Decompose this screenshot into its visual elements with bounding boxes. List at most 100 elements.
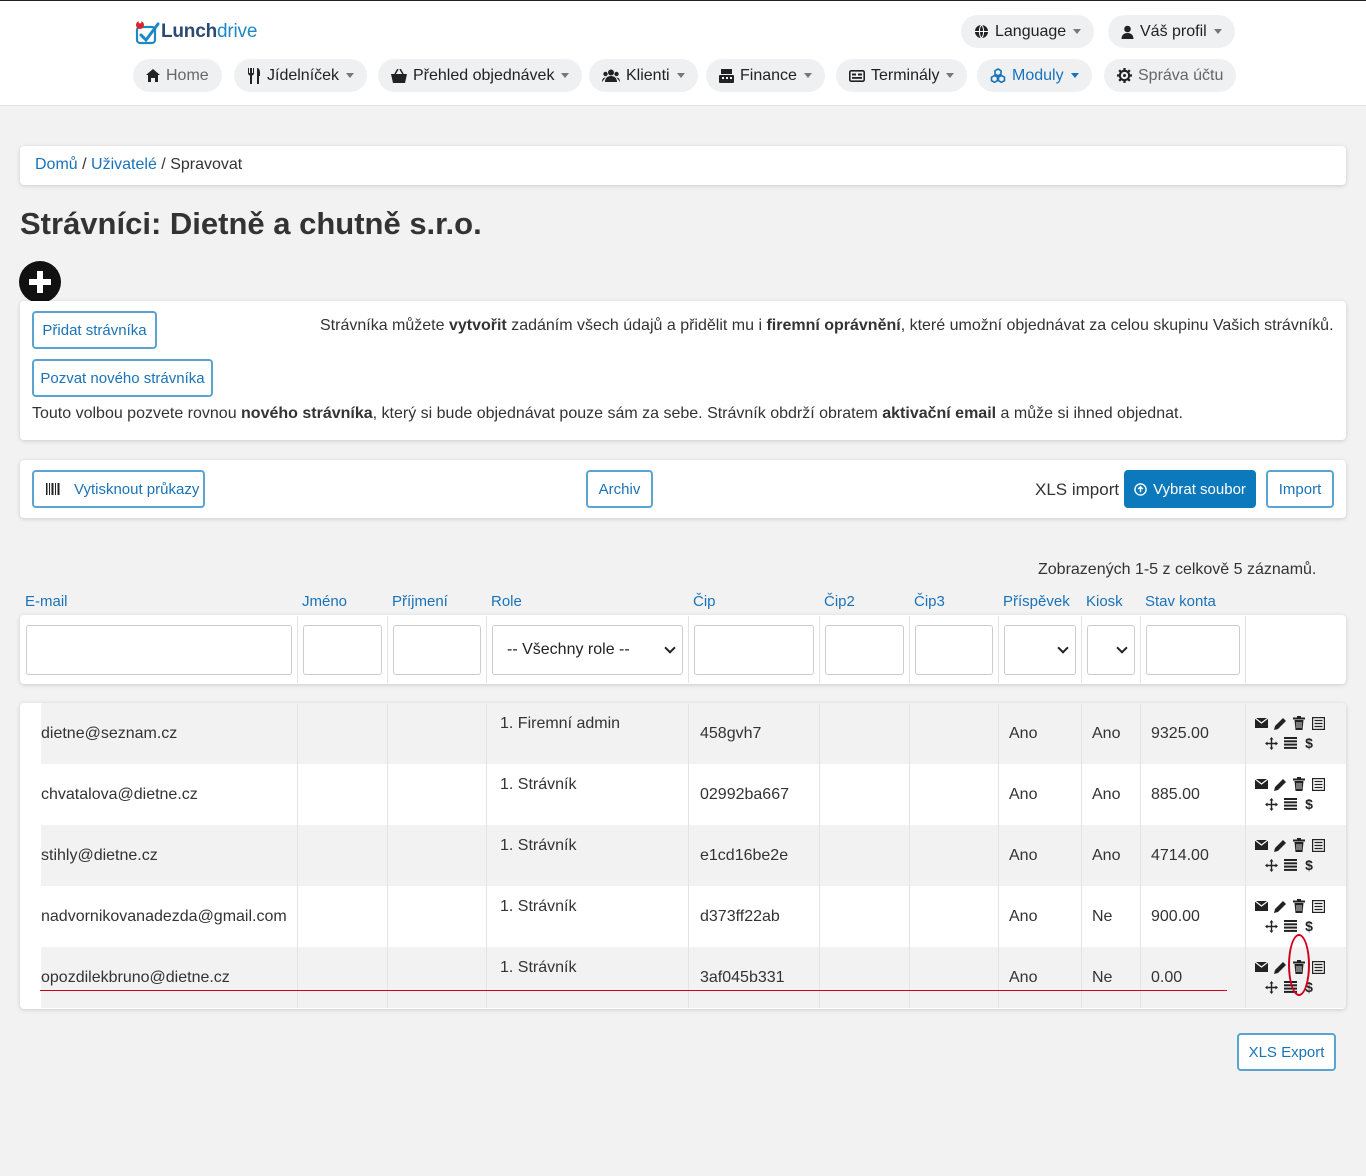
nav-clients[interactable]: Klienti bbox=[589, 59, 698, 92]
breadcrumb-separator: / bbox=[82, 156, 92, 173]
nav-orders[interactable]: Přehled objednávek bbox=[378, 59, 583, 92]
modules-icon bbox=[990, 68, 1006, 83]
role-cell: 1. Strávník bbox=[500, 776, 577, 793]
pencil-icon[interactable] bbox=[1273, 716, 1287, 730]
chip3-filter-input[interactable] bbox=[915, 625, 993, 675]
balance-cell: 0.00 bbox=[1151, 969, 1183, 986]
list-alt-icon[interactable] bbox=[1311, 777, 1325, 791]
breadcrumb-users-link[interactable]: Uživatelé bbox=[91, 156, 157, 173]
column-header-role[interactable]: Role bbox=[491, 593, 522, 610]
envelope-icon[interactable] bbox=[1254, 960, 1268, 974]
envelope-icon[interactable] bbox=[1254, 899, 1268, 913]
list-alt-icon[interactable] bbox=[1311, 838, 1325, 852]
column-header-email[interactable]: E-mail bbox=[25, 593, 68, 610]
plus-circle-icon[interactable] bbox=[19, 261, 61, 303]
envelope-icon[interactable] bbox=[1254, 838, 1268, 852]
kiosk-cell: Ano bbox=[1092, 847, 1121, 864]
chip2-filter-input[interactable] bbox=[825, 625, 904, 675]
trash-icon[interactable] bbox=[1292, 899, 1306, 913]
pencil-icon[interactable] bbox=[1273, 960, 1287, 974]
column-header-contribution[interactable]: Příspěvek bbox=[1003, 593, 1070, 610]
pencil-icon[interactable] bbox=[1273, 899, 1287, 913]
email-filter-input[interactable] bbox=[26, 625, 292, 675]
choose-file-button[interactable]: Vybrat soubor bbox=[1124, 470, 1256, 508]
move-icon[interactable] bbox=[1264, 858, 1278, 872]
add-diner-button[interactable]: Přidat strávníka bbox=[32, 311, 157, 349]
move-icon[interactable] bbox=[1264, 980, 1278, 994]
invite-diner-button[interactable]: Pozvat nového strávníka bbox=[32, 359, 213, 397]
archive-button[interactable]: Archiv bbox=[586, 470, 653, 508]
kiosk-filter-select[interactable] bbox=[1087, 625, 1135, 675]
annotation-circle bbox=[1288, 934, 1310, 996]
list-icon[interactable] bbox=[1283, 858, 1297, 872]
chip-cell: d373ff22ab bbox=[700, 908, 780, 925]
dollar-icon[interactable]: $ bbox=[1302, 796, 1316, 812]
xls-export-button[interactable]: XLS Export bbox=[1237, 1033, 1336, 1071]
language-dropdown[interactable]: Language bbox=[961, 15, 1095, 48]
breadcrumb-separator: / bbox=[161, 156, 171, 173]
move-icon[interactable] bbox=[1264, 797, 1278, 811]
nav-home[interactable]: Home bbox=[133, 59, 222, 92]
move-icon[interactable] bbox=[1264, 736, 1278, 750]
chip-filter-input[interactable] bbox=[694, 625, 814, 675]
balance-cell: 9325.00 bbox=[1151, 725, 1209, 742]
nav-finance[interactable]: Finance bbox=[706, 59, 825, 92]
list-icon[interactable] bbox=[1283, 797, 1297, 811]
dollar-icon[interactable]: $ bbox=[1302, 918, 1316, 934]
globe-icon bbox=[974, 24, 989, 39]
list-alt-icon[interactable] bbox=[1311, 960, 1325, 974]
contribution-cell: Ano bbox=[1009, 908, 1038, 925]
column-header-first-name[interactable]: Jméno bbox=[302, 593, 347, 610]
top-navbar: Lunchdrive Language Váš profil Home Jíde… bbox=[0, 0, 1366, 106]
role-filter-select[interactable]: -- Všechny role -- bbox=[492, 625, 683, 675]
role-cell: 1. Strávník bbox=[500, 898, 577, 915]
column-header-chip3[interactable]: Čip3 bbox=[914, 593, 945, 610]
last-name-filter-input[interactable] bbox=[393, 625, 481, 675]
contribution-cell: Ano bbox=[1009, 786, 1038, 803]
column-divider bbox=[387, 616, 388, 683]
chevron-down-icon bbox=[803, 73, 812, 78]
column-header-balance[interactable]: Stav konta bbox=[1145, 593, 1216, 610]
nav-menu[interactable]: Jídelníček bbox=[234, 59, 368, 92]
list-icon[interactable] bbox=[1283, 736, 1297, 750]
chevron-down-icon bbox=[946, 73, 955, 78]
move-icon[interactable] bbox=[1264, 919, 1278, 933]
list-icon[interactable] bbox=[1283, 919, 1297, 933]
trash-icon[interactable] bbox=[1292, 838, 1306, 852]
envelope-icon[interactable] bbox=[1254, 716, 1268, 730]
trash-icon[interactable] bbox=[1292, 716, 1306, 730]
list-alt-icon[interactable] bbox=[1311, 899, 1325, 913]
column-header-kiosk[interactable]: Kiosk bbox=[1086, 593, 1123, 610]
dollar-icon[interactable]: $ bbox=[1302, 735, 1316, 751]
dollar-icon[interactable]: $ bbox=[1302, 857, 1316, 873]
import-button[interactable]: Import bbox=[1266, 470, 1334, 508]
lunchdrive-logo[interactable]: Lunchdrive bbox=[133, 19, 257, 45]
column-divider bbox=[1245, 704, 1246, 1008]
role-cell: 1. Firemní admin bbox=[500, 715, 621, 732]
trash-icon[interactable] bbox=[1292, 777, 1306, 791]
chip-cell: 02992ba667 bbox=[700, 786, 789, 803]
page-title: Strávníci: Dietně a chutně s.r.o. bbox=[20, 206, 482, 241]
chevron-down-icon bbox=[561, 73, 570, 78]
nav-account-settings[interactable]: Správa účtu bbox=[1104, 59, 1237, 92]
contribution-cell: Ano bbox=[1009, 847, 1038, 864]
list-alt-icon[interactable] bbox=[1311, 716, 1325, 730]
column-header-chip2[interactable]: Čip2 bbox=[824, 593, 855, 610]
nav-modules[interactable]: Moduly bbox=[977, 59, 1092, 92]
chevron-down-icon bbox=[1073, 29, 1082, 34]
chevron-down-icon bbox=[1057, 641, 1069, 654]
column-divider bbox=[387, 704, 388, 1008]
print-cards-button[interactable]: Vytisknout průkazy bbox=[32, 470, 205, 508]
breadcrumb-home-link[interactable]: Domů bbox=[35, 156, 78, 173]
first-name-filter-input[interactable] bbox=[303, 625, 382, 675]
pencil-icon[interactable] bbox=[1273, 777, 1287, 791]
contribution-filter-select[interactable] bbox=[1004, 625, 1076, 675]
balance-filter-input[interactable] bbox=[1146, 625, 1240, 675]
profile-dropdown[interactable]: Váš profil bbox=[1108, 15, 1235, 48]
nav-terminals[interactable]: Terminály bbox=[836, 59, 968, 92]
envelope-icon[interactable] bbox=[1254, 777, 1268, 791]
column-header-last-name[interactable]: Příjmení bbox=[392, 593, 448, 610]
column-header-chip[interactable]: Čip bbox=[693, 593, 716, 610]
column-divider bbox=[1140, 616, 1141, 683]
pencil-icon[interactable] bbox=[1273, 838, 1287, 852]
